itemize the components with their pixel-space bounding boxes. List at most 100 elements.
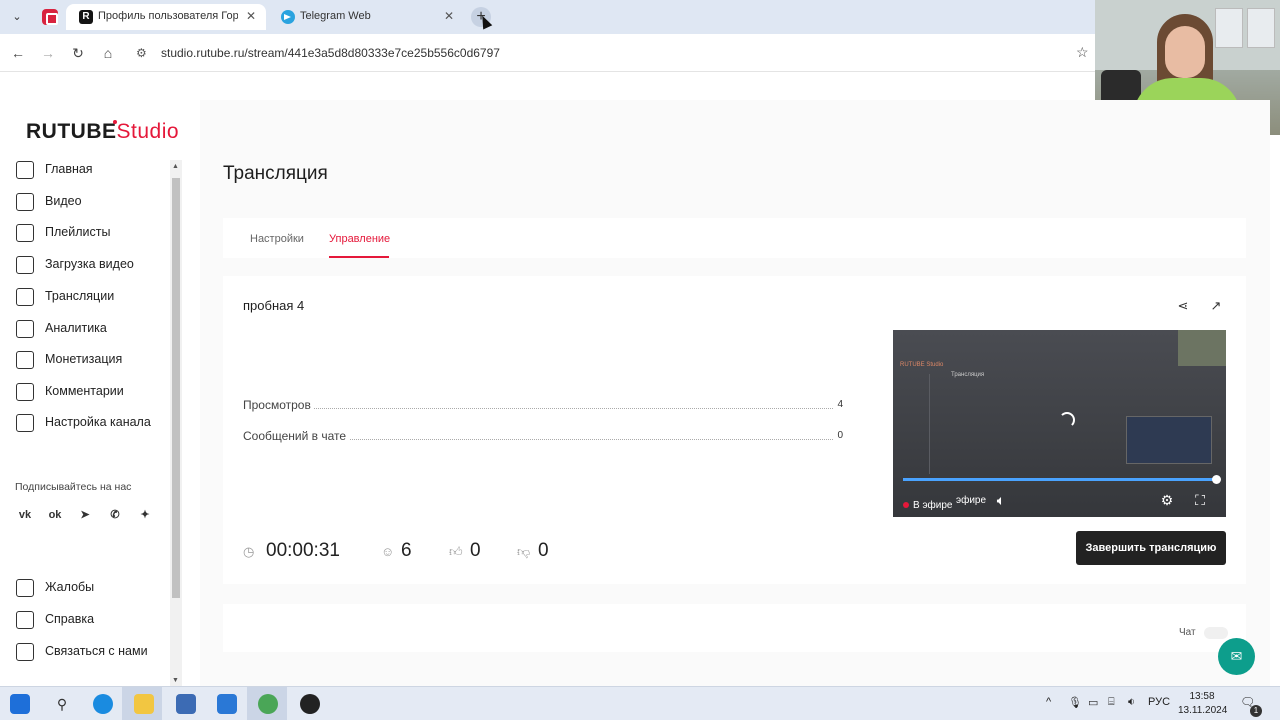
tab-settings[interactable]: Настройки — [250, 233, 304, 245]
sidebar-item-contact[interactable]: Связаться с нами — [16, 640, 176, 664]
sidebar-item-playlists[interactable]: Плейлисты — [16, 221, 176, 245]
store-icon[interactable] — [176, 694, 196, 714]
viewers-icon: ☺ — [381, 544, 395, 559]
tab-title: Telegram Web — [300, 10, 371, 22]
browser-tabstrip: ⌄ R Профиль пользователя Город ✕ Telegra… — [0, 0, 1280, 34]
thumbs-down-icon: 👎︎ — [517, 544, 531, 559]
duration-counter: ◷ 00:00:31 — [243, 538, 353, 564]
network-icon[interactable]: ⌸ — [1108, 696, 1115, 709]
tab-profile[interactable]: R Профиль пользователя Город ✕ — [66, 4, 266, 30]
url-text[interactable]: studio.rutube.ru/stream/441e3a5d8d80333e… — [161, 46, 500, 60]
vk-icon[interactable]: vk — [15, 506, 35, 524]
rutube-studio-logo[interactable]: RUTUBEStudio — [26, 120, 179, 144]
player-preview-logo: RUTUBE Studio — [900, 362, 944, 368]
ok-icon[interactable]: ok — [45, 506, 65, 524]
scroll-down-arrow-icon[interactable]: ▼ — [172, 677, 179, 684]
complaints-icon — [16, 579, 34, 597]
video-icon — [16, 193, 34, 211]
edge-browser-icon[interactable] — [93, 694, 113, 714]
sidebar-item-label: Монетизация — [45, 352, 123, 366]
clock-time: 13:58 — [1189, 691, 1215, 702]
stat-views: Просмотров 4 — [243, 398, 843, 414]
tab-telegram[interactable]: Telegram Web ✕ — [268, 4, 464, 30]
windows-taskbar: ⚲ ^ 🎙︎ ▭ ⌸ 🔉︎ РУС 13:58 13.11.2024 🗨︎ 1 — [0, 686, 1280, 720]
comments-icon — [16, 383, 34, 401]
sidebar-item-monetization[interactable]: Монетизация — [16, 348, 176, 372]
progress-knob[interactable] — [1212, 475, 1221, 484]
sidebar-item-upload[interactable]: Загрузка видео — [16, 253, 176, 277]
sidebar-item-video[interactable]: Видео — [16, 190, 176, 214]
microphone-icon[interactable]: 🎙︎ — [1068, 696, 1082, 709]
playlist-icon — [16, 224, 34, 242]
upload-icon — [16, 256, 34, 274]
reload-icon[interactable]: ↻ — [69, 44, 87, 62]
language-indicator[interactable]: РУС — [1148, 696, 1170, 708]
player-progress-bar[interactable] — [903, 475, 1221, 484]
sidebar-item-label: Видео — [45, 194, 82, 208]
video-player[interactable]: RUTUBE Studio Трансляция В эфире эфире 🔈… — [893, 330, 1226, 517]
tab-management[interactable]: Управление — [329, 233, 390, 245]
viewers-counter: ☺ 6 — [381, 538, 421, 564]
webcam-person-face — [1165, 26, 1205, 78]
chrome-icon[interactable] — [258, 694, 278, 714]
address-bar[interactable]: ⚙ studio.rutube.ru/stream/441e3a5d8d8033… — [128, 39, 1096, 67]
player-settings-icon[interactable]: ⚙ — [1158, 491, 1176, 509]
home-icon[interactable]: ⌂ — [99, 44, 117, 62]
viber-icon[interactable]: ✆ — [105, 506, 125, 524]
stat-label: Просмотров — [243, 398, 314, 412]
sidebar-scrollbar[interactable]: ▲ ▼ — [170, 160, 182, 686]
fullscreen-icon[interactable]: ⛶ — [1191, 491, 1209, 509]
sidebar-item-help[interactable]: Справка — [16, 608, 176, 632]
stat-label: Сообщений в чате — [243, 429, 350, 443]
open-external-icon[interactable]: ↗ — [1208, 298, 1224, 314]
end-broadcast-button[interactable]: Завершить трансляцию — [1076, 531, 1226, 565]
speaker-icon[interactable]: 🔉︎ — [1128, 696, 1135, 709]
sidebar-item-label: Жалобы — [45, 580, 95, 594]
mail-icon[interactable] — [217, 694, 237, 714]
stream-counters: ◷ 00:00:31 ☺ 6 👍︎ 0 👎︎ 0 — [243, 538, 583, 564]
dzen-icon[interactable]: ✦ — [135, 506, 155, 524]
clock-icon: ◷ — [243, 544, 255, 559]
back-arrow-icon[interactable]: ← — [9, 44, 27, 62]
pinned-app-tab-icon[interactable] — [42, 9, 58, 25]
sidebar-item-channel-settings[interactable]: Настройка канала — [16, 411, 176, 435]
site-info-icon[interactable]: ⚙ — [136, 46, 150, 60]
telegram-icon[interactable]: ➤ — [75, 506, 95, 524]
channel-settings-icon — [16, 414, 34, 432]
support-chat-button[interactable]: ✉ — [1218, 638, 1255, 675]
share-icon[interactable]: ⋖ — [1175, 298, 1191, 314]
sidebar-item-complaints[interactable]: Жалобы — [16, 576, 176, 600]
tab-close-icon[interactable]: ✕ — [246, 9, 256, 23]
system-clock[interactable]: 13:58 13.11.2024 — [1178, 690, 1227, 718]
player-preview-window — [1126, 416, 1212, 464]
tab-search-dropdown-icon[interactable]: ⌄ — [8, 8, 26, 26]
sidebar-item-label: Плейлисты — [45, 225, 111, 239]
scrollbar-thumb[interactable] — [172, 178, 180, 598]
forward-arrow-icon[interactable]: → — [39, 44, 57, 62]
live-indicator: В эфире — [903, 500, 953, 511]
webcam-poster — [1215, 8, 1243, 48]
rutube-favicon-icon: R — [79, 10, 93, 24]
tab-close-icon[interactable]: ✕ — [444, 9, 454, 23]
obs-icon[interactable] — [300, 694, 320, 714]
sidebar-item-label: Главная — [45, 162, 93, 176]
dotted-leader — [243, 408, 833, 409]
tray-overflow-icon[interactable]: ^ — [1046, 696, 1051, 708]
volume-icon[interactable]: 🔈︎ — [992, 491, 1010, 509]
live-label: В эфире — [913, 500, 953, 511]
sidebar-item-broadcasts[interactable]: Трансляции — [16, 285, 176, 309]
sidebar-item-home[interactable]: Главная — [16, 158, 176, 182]
sidebar-item-analytics[interactable]: Аналитика — [16, 317, 176, 341]
windows-start-icon[interactable] — [10, 694, 30, 714]
search-icon[interactable]: ⚲ — [52, 694, 72, 714]
live-label-partial: эфире — [956, 495, 987, 506]
chat-toggle[interactable] — [1204, 627, 1228, 639]
help-icon — [16, 611, 34, 629]
bookmark-star-icon[interactable]: ☆ — [1076, 44, 1089, 61]
broadcast-icon — [16, 288, 34, 306]
sidebar-item-comments[interactable]: Комментарии — [16, 380, 176, 404]
file-explorer-icon[interactable] — [134, 694, 154, 714]
chat-card: Чат — [223, 604, 1246, 652]
scroll-up-arrow-icon[interactable]: ▲ — [172, 163, 179, 170]
battery-icon[interactable]: ▭ — [1088, 696, 1098, 709]
